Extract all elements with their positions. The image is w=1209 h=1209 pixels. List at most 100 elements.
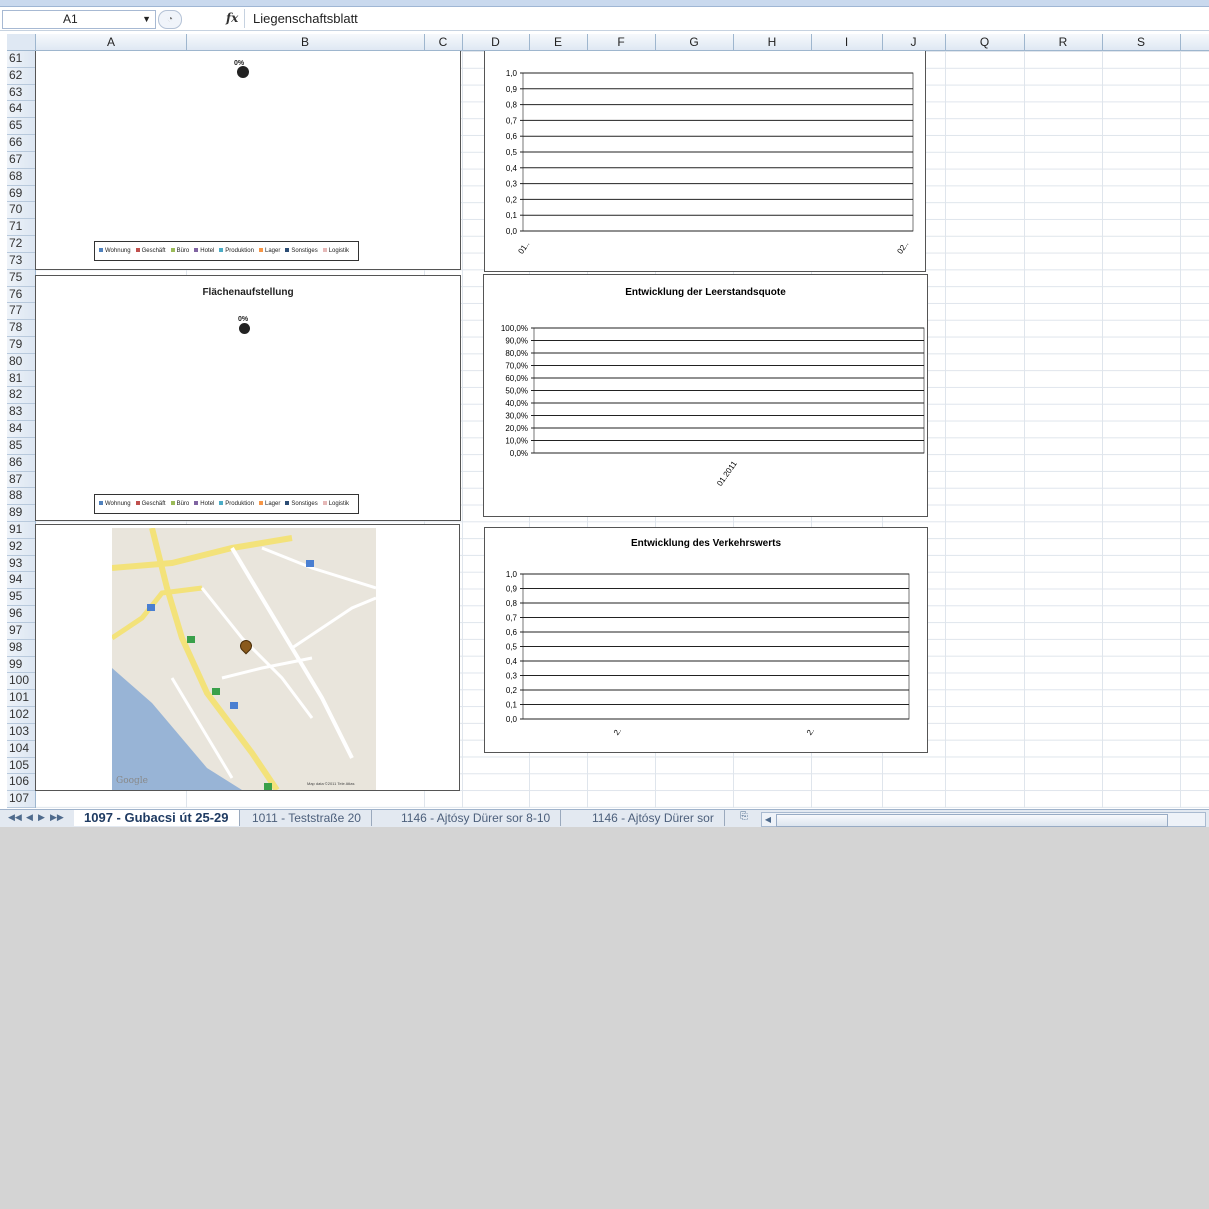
column-header-r[interactable]: R bbox=[1024, 34, 1103, 50]
first-sheet-icon[interactable]: ◀◀ bbox=[8, 812, 22, 823]
row-header[interactable]: 61 bbox=[7, 51, 35, 68]
row-header[interactable]: 64 bbox=[7, 101, 35, 119]
row-header[interactable]: 68 bbox=[7, 169, 35, 186]
row-header[interactable]: 93 bbox=[7, 556, 35, 573]
row-header[interactable]: 71 bbox=[7, 219, 35, 237]
chart-title: Entwicklung der Leerstandsquote bbox=[625, 287, 786, 298]
insert-sheet-icon[interactable]: ⎘ bbox=[740, 811, 748, 822]
row-header[interactable]: 97 bbox=[7, 623, 35, 640]
legend-swatch bbox=[219, 501, 224, 506]
x-tick-label: 01.. bbox=[516, 240, 531, 256]
row-header[interactable]: 92 bbox=[7, 539, 35, 556]
row-header[interactable]: 79 bbox=[7, 337, 35, 354]
row-header[interactable]: 78 bbox=[7, 320, 35, 337]
next-sheet-icon[interactable]: ▶ bbox=[38, 812, 45, 823]
row-header[interactable]: 65 bbox=[7, 118, 35, 136]
column-header-b[interactable]: B bbox=[186, 34, 425, 50]
vacancy-rate-chart[interactable]: Entwicklung der Leerstandsquote 100,0% 90,… bbox=[483, 274, 928, 517]
column-header-j[interactable]: J bbox=[882, 34, 946, 50]
y-tick-label: 0,1 bbox=[506, 701, 518, 710]
pie-chart-usage[interactable]: 0% Wohnung Geschäft Büro Hotel Produktion Lag… bbox=[35, 51, 461, 270]
row-header[interactable]: 67 bbox=[7, 152, 35, 169]
row-header[interactable]: 89 bbox=[7, 505, 35, 522]
column-header-g[interactable]: G bbox=[655, 34, 734, 50]
row-header[interactable]: 76 bbox=[7, 287, 35, 304]
row-header[interactable]: 87 bbox=[7, 472, 35, 489]
last-sheet-icon[interactable]: ▶▶ bbox=[50, 812, 64, 823]
column-header-f[interactable]: F bbox=[587, 34, 656, 50]
row-header[interactable]: 80 bbox=[7, 354, 35, 371]
row-header[interactable]: 91 bbox=[7, 522, 35, 539]
row-header[interactable]: 86 bbox=[7, 455, 35, 472]
row-header[interactable]: 82 bbox=[7, 387, 35, 405]
sheet-tab[interactable]: 1146 - Ajtósy Dürer sor bbox=[582, 810, 725, 826]
row-header[interactable]: 83 bbox=[7, 404, 35, 422]
row-header[interactable]: 88 bbox=[7, 488, 35, 506]
row-header[interactable]: 69 bbox=[7, 186, 35, 203]
row-header[interactable]: 85 bbox=[7, 438, 35, 455]
row-header[interactable]: 102 bbox=[7, 707, 35, 724]
row-header[interactable]: 99 bbox=[7, 657, 35, 674]
column-header-q[interactable]: Q bbox=[945, 34, 1025, 50]
row-header[interactable]: 70 bbox=[7, 202, 35, 220]
row-header[interactable]: 96 bbox=[7, 606, 35, 623]
sheet-tab-active[interactable]: 1097 - Gubacsi út 25-29 bbox=[74, 810, 240, 826]
row-header[interactable]: 94 bbox=[7, 572, 35, 590]
prev-sheet-icon[interactable]: ◀ bbox=[26, 812, 33, 823]
horizontal-scrollbar[interactable]: ◀ bbox=[761, 812, 1206, 827]
row-header[interactable]: 73 bbox=[7, 253, 35, 270]
cancel-formula-icon[interactable]: ◔ bbox=[158, 10, 182, 29]
row-header[interactable]: 81 bbox=[7, 371, 35, 388]
row-header[interactable]: 104 bbox=[7, 741, 35, 758]
sheet-tab-bar: ◀◀ ◀ ▶ ▶▶ 1097 - Gubacsi út 25-29 1011 -… bbox=[0, 809, 1209, 827]
row-header[interactable]: 101 bbox=[7, 690, 35, 708]
y-tick-label: 50,0% bbox=[505, 387, 528, 396]
formula-input[interactable]: Liegenschaftsblatt bbox=[244, 9, 1209, 28]
column-header-i[interactable]: I bbox=[811, 34, 883, 50]
row-header[interactable]: 106 bbox=[7, 774, 35, 792]
row-header[interactable]: 98 bbox=[7, 640, 35, 657]
row-header[interactable]: 103 bbox=[7, 724, 35, 741]
column-header-h[interactable]: H bbox=[733, 34, 812, 50]
legend-item: Sonstiges bbox=[285, 248, 318, 254]
column-header-d[interactable]: D bbox=[462, 34, 530, 50]
pie-chart-area[interactable]: Flächenaufstellung 0% Wohnung Geschäft Bür… bbox=[35, 275, 461, 521]
insert-function-icon[interactable]: fx bbox=[226, 11, 238, 25]
row-header[interactable]: 63 bbox=[7, 85, 35, 102]
scroll-thumb[interactable] bbox=[776, 814, 1168, 827]
y-tick-label: 0,4 bbox=[506, 657, 518, 666]
location-map[interactable]: Google Map data ©2011 Tele Atlas bbox=[112, 528, 376, 790]
row-header[interactable]: 75 bbox=[7, 270, 35, 287]
y-tick-label: 0,7 bbox=[506, 614, 518, 623]
map-logo: Google bbox=[116, 776, 148, 786]
column-header-a[interactable]: A bbox=[36, 34, 187, 50]
legend-swatch bbox=[219, 248, 224, 253]
row-header[interactable]: 84 bbox=[7, 421, 35, 438]
column-header-s[interactable]: S bbox=[1102, 34, 1181, 50]
column-header-e[interactable]: E bbox=[529, 34, 588, 50]
pie-legend: Wohnung Geschäft Büro Hotel Produktion Lager S… bbox=[94, 241, 360, 261]
legend-swatch bbox=[135, 501, 140, 506]
row-header[interactable]: 66 bbox=[7, 135, 35, 152]
scroll-left-icon[interactable]: ◀ bbox=[762, 813, 774, 826]
row-header[interactable]: 62 bbox=[7, 68, 35, 85]
row-header[interactable]: 105 bbox=[7, 758, 35, 775]
legend-swatch bbox=[285, 248, 290, 253]
row-header[interactable]: 77 bbox=[7, 303, 35, 321]
sheet-tab[interactable]: 1146 - Ajtósy Dürer sor 8-10 bbox=[391, 810, 562, 826]
line-chart-top-plot: 1,0 0,9 0,8 0,7 0,6 0,5 0,4 0,3 0,2 0,1 0,0 01.. 02.… bbox=[506, 69, 914, 256]
name-box[interactable]: A1 ▼ bbox=[2, 10, 156, 29]
market-value-plot: Entwicklung des Verkehrswerts 1,0 0,9 0,8 0,… bbox=[506, 538, 910, 737]
row-header[interactable]: 72 bbox=[7, 236, 35, 253]
select-all-button[interactable] bbox=[7, 34, 36, 50]
market-value-chart[interactable]: Entwicklung des Verkehrswerts 1,0 0,9 0,8 0,… bbox=[484, 527, 928, 753]
y-tick-label: 0,0% bbox=[510, 449, 528, 458]
row-header[interactable]: 95 bbox=[7, 589, 35, 607]
line-chart-top[interactable]: 1,0 0,9 0,8 0,7 0,6 0,5 0,4 0,3 0,2 0,1 0,0 01.. 02.… bbox=[484, 51, 926, 272]
row-header[interactable]: 100 bbox=[7, 673, 35, 691]
row-header[interactable]: 107 bbox=[7, 791, 35, 808]
sheet-tab[interactable]: 1011 - Teststraße 20 bbox=[242, 810, 372, 826]
column-header-c[interactable]: C bbox=[424, 34, 463, 50]
chevron-down-icon[interactable]: ▼ bbox=[142, 11, 151, 28]
y-tick-label: 0,0 bbox=[506, 227, 518, 236]
